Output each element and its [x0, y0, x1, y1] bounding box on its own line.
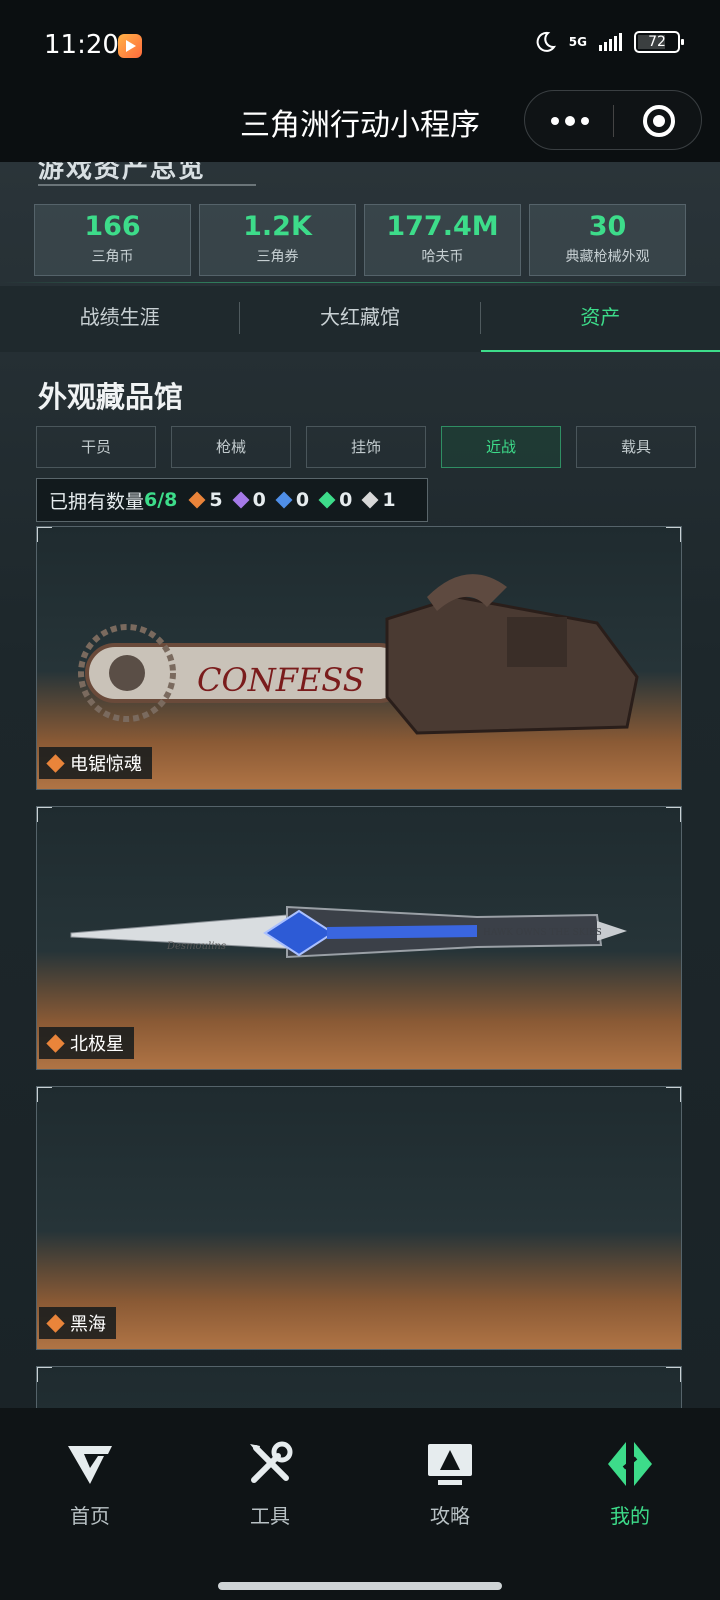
rarity-orange: 5: [188, 489, 223, 511]
empty-art: [37, 1087, 681, 1349]
collection-card[interactable]: Desmoulins HAWK OWNS THE SKIES 北极星: [36, 806, 682, 1070]
owned-label: 已拥有数量: [49, 490, 145, 513]
network-type: 5G: [568, 34, 587, 49]
rarity-white: 1: [361, 489, 396, 511]
nav-label: 首页: [70, 1504, 110, 1528]
moon-icon: [536, 31, 556, 52]
white-gem-icon: [361, 491, 379, 509]
item-name-tag: 北极星: [39, 1027, 134, 1059]
stat-card-delta-ticket: 1.2K 三角券: [199, 204, 356, 276]
collection-card[interactable]: 黑海: [36, 1086, 682, 1350]
category-filters: 干员 枪械 挂饰 近战 载具: [36, 426, 696, 468]
guide-icon: [428, 1444, 472, 1485]
orange-gem-icon: [46, 1033, 65, 1053]
overview-title: 游戏资产总览: [38, 162, 207, 184]
home-logo-icon: [68, 1446, 112, 1484]
dagger-inscription-left: Desmoulins: [166, 941, 226, 952]
orange-gem-icon: [46, 1313, 65, 1333]
tools-icon: [250, 1441, 293, 1483]
tab-career[interactable]: 战绩生涯: [0, 286, 239, 352]
nav-profile[interactable]: 我的: [540, 1408, 720, 1568]
battery-level: 72: [648, 34, 666, 50]
item-name-tag: 电锯惊魂: [39, 747, 152, 779]
collection-title: 外观藏品馆: [38, 380, 184, 414]
profile-logo-icon: [608, 1442, 652, 1486]
battery-icon: 72: [634, 31, 684, 53]
owned-summary: 已拥有数量 6/8 5 0 0 0 1: [36, 478, 428, 522]
rarity-purple: 0: [232, 489, 266, 511]
bottom-nav: 首页 工具 攻略 我的: [0, 1408, 720, 1568]
stat-value: 30: [588, 211, 627, 242]
asset-stats: 166 三角币 1.2K 三角券 177.4M 哈夫币 30 典藏枪械外观: [34, 204, 686, 276]
filter-guns[interactable]: 枪械: [171, 426, 291, 468]
nav-home[interactable]: 首页: [0, 1408, 180, 1568]
tab-assets[interactable]: 资产: [480, 286, 720, 352]
stat-label: 典藏枪械外观: [565, 249, 650, 265]
nav-label: 我的: [610, 1504, 650, 1528]
purple-gem-icon: [232, 491, 250, 509]
overview-underline: [38, 184, 256, 186]
rarity-count: 0: [252, 489, 266, 511]
rarity-blue: 0: [275, 489, 310, 511]
filter-operators[interactable]: 干员: [36, 426, 156, 468]
rarity-count: 0: [339, 489, 353, 511]
dagger-inscription-right: HAWK OWNS THE SKIES: [483, 928, 602, 938]
owned-count: 6/8: [144, 489, 178, 511]
rarity-count: 0: [295, 489, 310, 511]
collection-card[interactable]: CONFESS 电锯惊魂: [36, 526, 682, 790]
capsule-divider: [613, 105, 614, 137]
status-bar: 11:20 5G 72: [0, 0, 720, 90]
stat-label: 三角币: [91, 249, 134, 265]
collection-card[interactable]: [36, 1366, 682, 1408]
stat-card-delta-coin: 166 三角币: [34, 204, 191, 276]
nav-tools[interactable]: 工具: [180, 1408, 360, 1568]
signal-icon: [599, 33, 622, 51]
stat-card-gun-skins: 30 典藏枪械外观: [529, 204, 686, 276]
item-name-tag: 黑海: [39, 1307, 116, 1339]
nav-guide[interactable]: 攻略: [360, 1408, 540, 1568]
video-app-icon: [118, 34, 142, 58]
stat-value: 166: [84, 211, 141, 242]
stat-card-haf-coin: 177.4M 哈夫币: [364, 204, 521, 276]
orange-gem-icon: [46, 753, 65, 773]
divider-glow: [0, 282, 720, 283]
item-name: 北极星: [70, 1034, 124, 1055]
stat-label: 三角券: [256, 249, 299, 265]
main-content[interactable]: 游戏资产总览 166 三角币 1.2K 三角券 177.4M 哈夫币 30 典藏…: [0, 162, 720, 1408]
stat-value: 177.4M: [386, 211, 499, 242]
rarity-count: 5: [209, 489, 223, 511]
blue-gem-icon: [275, 491, 293, 509]
nav-label: 攻略: [430, 1504, 470, 1528]
status-icons: 5G 72: [533, 30, 684, 54]
more-dots-icon[interactable]: [551, 116, 589, 126]
stat-label: 哈夫币: [421, 249, 464, 265]
green-gem-icon: [318, 491, 336, 509]
stat-value: 1.2K: [243, 211, 312, 242]
tab-red-vault[interactable]: 大红藏馆: [240, 286, 479, 352]
main-tabs: 战绩生涯 大红藏馆 资产: [0, 286, 720, 352]
filter-melee[interactable]: 近战: [441, 426, 561, 468]
home-indicator[interactable]: [218, 1582, 502, 1590]
capsule-menu: [524, 90, 702, 150]
rarity-green: 0: [318, 489, 353, 511]
title-bar: 三角洲行动小程序: [0, 90, 720, 162]
item-name: 电锯惊魂: [70, 754, 142, 775]
filter-charms[interactable]: 挂饰: [306, 426, 426, 468]
item-name: 黑海: [70, 1314, 106, 1335]
orange-gem-icon: [188, 491, 206, 509]
chainsaw-text: CONFESS: [197, 661, 365, 699]
nav-label: 工具: [250, 1504, 290, 1528]
status-time: 11:20: [44, 30, 119, 60]
close-target-icon[interactable]: [643, 105, 675, 137]
rarity-count: 1: [382, 489, 396, 511]
filter-vehicles[interactable]: 载具: [576, 426, 696, 468]
